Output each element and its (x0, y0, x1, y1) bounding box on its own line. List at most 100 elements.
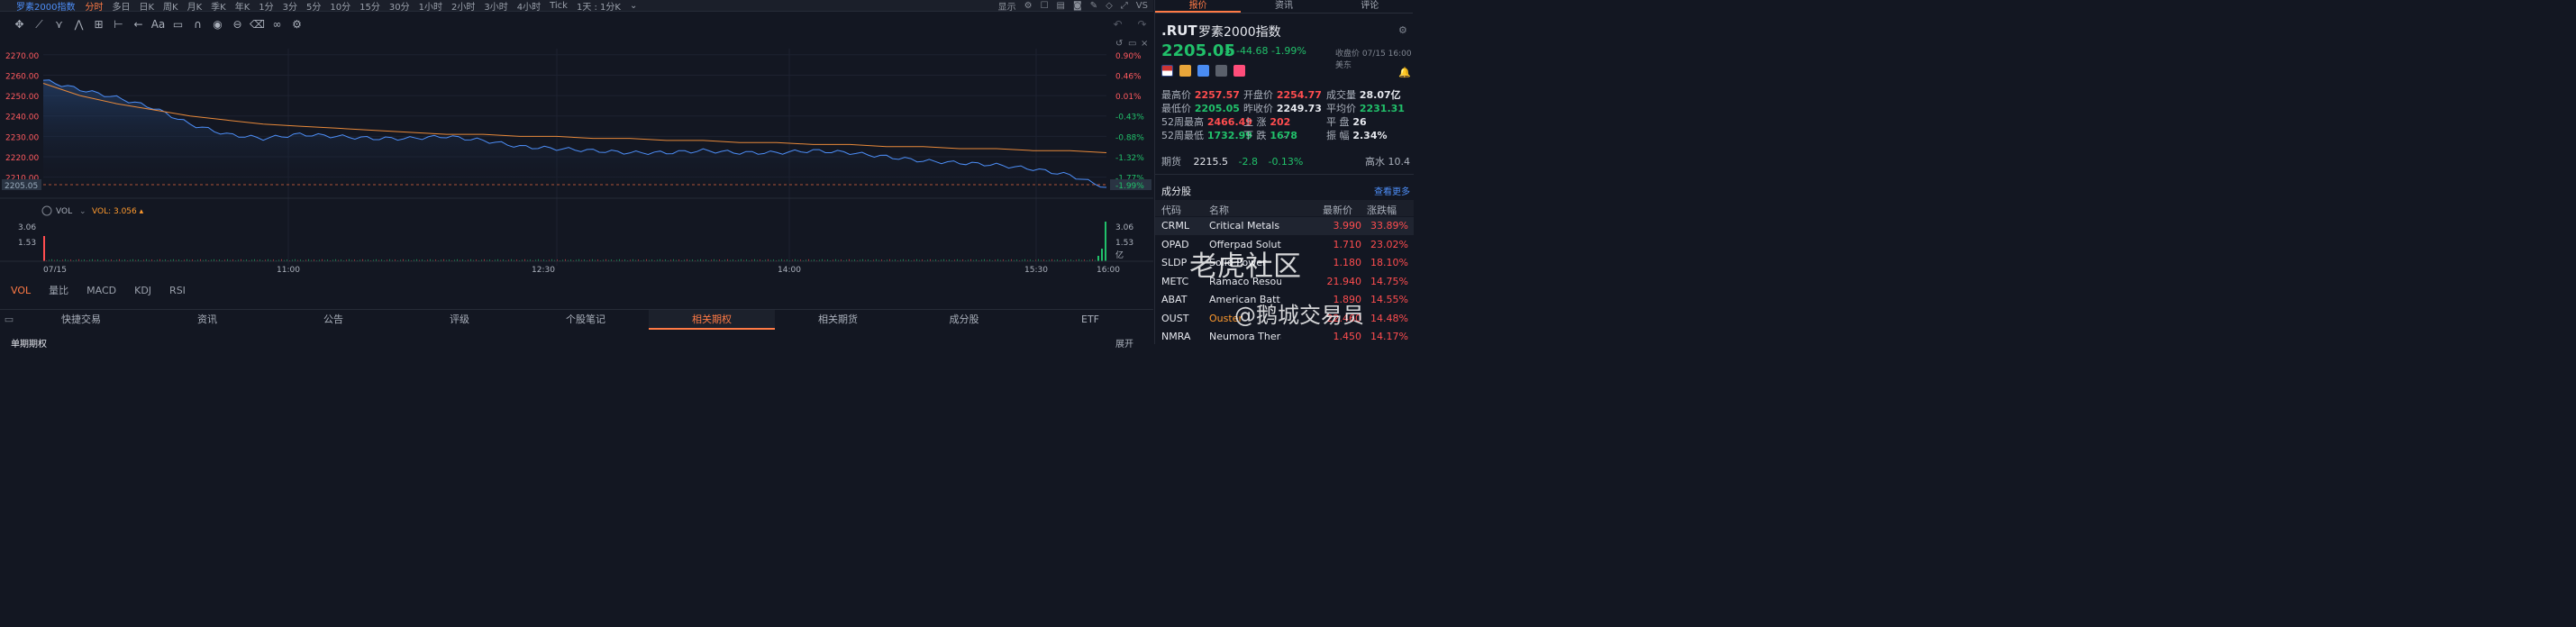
interval-月K[interactable]: 月K (183, 0, 207, 13)
gear-icon[interactable]: ⚙ (1398, 24, 1407, 36)
bell-icon[interactable]: 🔔 (1398, 67, 1411, 78)
lock-icon[interactable]: ⊖ (229, 17, 246, 32)
interval-多日[interactable]: 多日 (107, 0, 134, 13)
camera-icon[interactable]: ◙ (1073, 1, 1082, 11)
eye-icon[interactable]: ◉ (209, 17, 226, 32)
interval-分时[interactable]: 分时 (80, 0, 107, 13)
document-icon[interactable] (1215, 65, 1227, 77)
arrow-tool-icon[interactable]: ← (130, 17, 147, 32)
quote-tab-资讯[interactable]: 资讯 (1241, 0, 1326, 13)
reset-icon[interactable]: ↺ (1115, 39, 1123, 49)
panel-toggle-icon[interactable]: ▭ (0, 310, 18, 330)
interval-季K[interactable]: 季K (206, 0, 231, 13)
tab-资讯[interactable]: 资讯 (144, 310, 270, 330)
stat-item: 振 幅 2.34% (1326, 128, 1388, 142)
tag-icon[interactable] (1197, 65, 1209, 77)
view-more-link[interactable]: 查看更多 (1374, 184, 1410, 197)
compare-button[interactable]: VS (1136, 1, 1148, 11)
quote-tab-评论[interactable]: 评论 (1327, 0, 1413, 13)
undo-icon[interactable]: ↶ (1109, 17, 1126, 32)
channel-tool-icon[interactable]: ⋎ (50, 17, 68, 32)
vol-tick: 1.53 (18, 239, 36, 248)
column-header[interactable]: 代码 (1161, 203, 1181, 217)
interval-1分[interactable]: 1分 (254, 0, 278, 13)
expand-button[interactable]: 展开 (1115, 336, 1133, 350)
chevron-down-icon[interactable]: ⌄ (625, 1, 642, 11)
tab-相关期货[interactable]: 相关期货 (775, 310, 901, 330)
component-price: 1.710 (1333, 238, 1362, 250)
interval-4小时[interactable]: 4小时 (513, 0, 545, 13)
indicator-vol[interactable]: VOL (0, 285, 38, 296)
tab-ETF[interactable]: ETF (1027, 310, 1153, 330)
link-icon[interactable]: ∞ (269, 17, 286, 32)
vol-unit: 亿 (1115, 250, 1124, 260)
interval-5分[interactable]: 5分 (302, 0, 325, 13)
indicator-rsi[interactable]: RSI (159, 285, 193, 296)
intraday-chart[interactable]: 2270.00 2260.00 2250.00 2240.00 2230.00 2220.… (0, 36, 1153, 272)
tab-公告[interactable]: 公告 (270, 310, 396, 330)
component-row[interactable]: NMRA Neumora Thera 1.450 14.17% (1155, 328, 1414, 346)
fullscreen-icon[interactable]: ⤢ (1121, 1, 1128, 11)
tab-成分股[interactable]: 成分股 (901, 310, 1027, 330)
symbol-code: .RUT (1161, 23, 1197, 39)
indicator-kdj[interactable]: KDJ (123, 285, 159, 296)
quote-tab-报价[interactable]: 报价 (1155, 0, 1242, 13)
interval-15分[interactable]: 15分 (355, 0, 385, 13)
tab-快捷交易[interactable]: 快捷交易 (18, 310, 144, 330)
fib-tool-icon[interactable]: ⊞ (90, 17, 107, 32)
checkbox-icon[interactable]: ☐ (1041, 1, 1049, 11)
interval-3小时[interactable]: 3小时 (479, 0, 512, 13)
interval-Tick[interactable]: Tick (545, 1, 572, 11)
text-tool-icon[interactable]: Aa (150, 17, 167, 32)
option-badge-icon[interactable] (1179, 65, 1191, 77)
interval-年K[interactable]: 年K (231, 0, 255, 13)
stat-value: 2231.31 (1356, 103, 1405, 114)
tab-个股笔记[interactable]: 个股笔记 (523, 310, 649, 330)
redo-icon[interactable]: ↷ (1133, 17, 1151, 32)
pen-icon[interactable]: ✎ (1090, 1, 1097, 11)
layout-icon[interactable]: ▤ (1057, 1, 1065, 11)
wave-tool-icon[interactable]: ⋀ (70, 17, 87, 32)
interval-3分[interactable]: 3分 (278, 0, 302, 13)
tab-评级[interactable]: 评级 (396, 310, 523, 330)
interval-2小时[interactable]: 2小时 (447, 0, 479, 13)
tab-相关期权[interactable]: 相关期权 (649, 310, 775, 330)
interval-30分[interactable]: 30分 (385, 0, 414, 13)
stat-item: 平均价 2231.31 (1326, 101, 1405, 115)
chart-corner-icons: ↺ ▭ × (1115, 39, 1148, 49)
component-pct: 14.17% (1370, 331, 1408, 342)
range-selector[interactable]: 1天 : 1分K (572, 0, 625, 13)
display-menu[interactable]: 显示 (998, 0, 1016, 13)
interval-1小时[interactable]: 1小时 (414, 0, 447, 13)
futures-pct: -0.13% (1268, 156, 1304, 168)
interval-周K[interactable]: 周K (159, 0, 183, 13)
option-type-selector[interactable]: 单期期权 (11, 336, 47, 350)
component-row[interactable]: CRML Critical Metals 3.990 33.89% (1155, 217, 1414, 235)
measure-tool-icon[interactable]: ⊢ (110, 17, 127, 32)
components-title: 成分股 (1161, 186, 1191, 197)
heart-icon[interactable] (1233, 65, 1245, 77)
close-icon[interactable]: × (1141, 39, 1148, 49)
line-tool-icon[interactable]: ⟋ (31, 17, 48, 32)
quote-panel: 报价 资讯 评论 .RUT 罗素2000指数 ⚙ 2205.05 ⬇ -44.68 … (1154, 0, 1414, 346)
price-tick: 2220.00 (5, 154, 39, 163)
eraser-icon[interactable]: ◇ (1106, 1, 1113, 11)
column-header[interactable]: 涨跌幅 (1367, 203, 1397, 217)
chevron-down-icon[interactable]: ⌄ (79, 207, 86, 216)
column-header[interactable]: 名称 (1209, 203, 1229, 217)
settings-icon[interactable]: ⚙ (288, 17, 305, 32)
crosshair-icon[interactable]: ✥ (11, 17, 28, 32)
column-header[interactable]: 最新价 (1323, 203, 1352, 217)
options-subbar: 单期期权 展开 (0, 333, 1153, 350)
gear-icon[interactable]: ⚙ (1024, 1, 1033, 11)
comment-tool-icon[interactable]: ▭ (169, 17, 187, 32)
indicator-量比[interactable]: 量比 (38, 283, 76, 297)
chevron-up-icon[interactable]: ⌃ (1281, 135, 1288, 145)
interval-10分[interactable]: 10分 (325, 0, 355, 13)
drawing-toolbar: ✥ ⟋ ⋎ ⋀ ⊞ ⊢ ← Aa ▭ ∩ ◉ ⊖ ⌫ ∞ ⚙ ↶ ↷ (0, 14, 1153, 35)
indicator-macd[interactable]: MACD (76, 285, 123, 296)
magnet-icon[interactable]: ∩ (189, 17, 206, 32)
trash-icon[interactable]: ⌫ (249, 17, 266, 32)
interval-日K[interactable]: 日K (134, 0, 159, 13)
minimize-icon[interactable]: ▭ (1128, 39, 1136, 49)
